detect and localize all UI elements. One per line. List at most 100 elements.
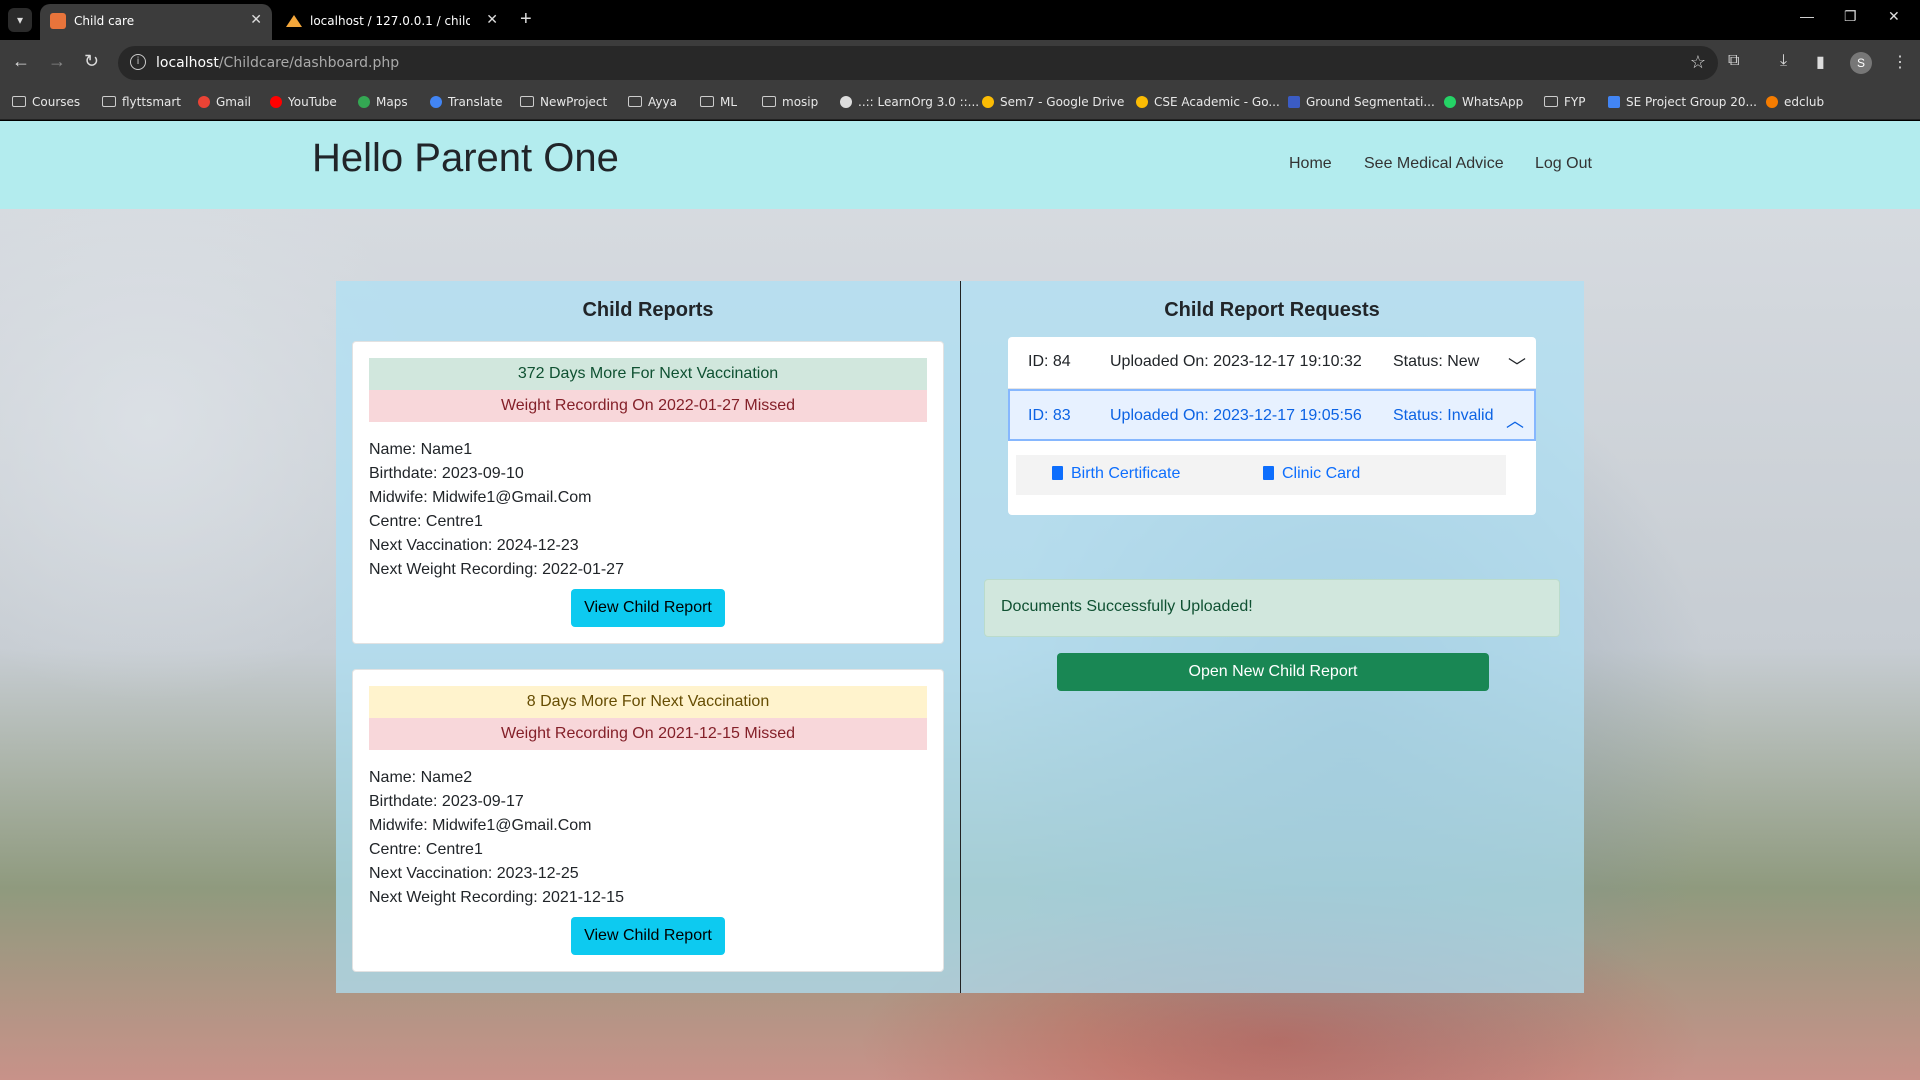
back-icon[interactable]: ← bbox=[12, 51, 30, 72]
file-icon bbox=[1263, 466, 1274, 480]
tab-title: localhost / 127.0.0.1 / child_care bbox=[310, 14, 470, 28]
bookmark-newproject[interactable]: NewProject bbox=[520, 95, 607, 109]
favicon-icon bbox=[50, 13, 66, 29]
chevron-up-icon: ︿ bbox=[1506, 411, 1524, 431]
view-child-report-button[interactable]: View Child Report bbox=[571, 917, 725, 955]
bookmark-learnorg[interactable]: ..:: LearnOrg 3.0 ::... bbox=[840, 95, 979, 109]
folder-icon bbox=[762, 96, 776, 107]
browser-tab-bar: ▾ Child care ✕ localhost / 127.0.0.1 / c… bbox=[0, 0, 1920, 40]
request-row[interactable]: ID: 84 Uploaded On: 2023-12-17 19:10:32 … bbox=[1008, 337, 1536, 389]
globe-icon bbox=[840, 96, 852, 108]
documents-list: Birth Certificate Clinic Card bbox=[1016, 455, 1506, 495]
nav-home-link[interactable]: Home bbox=[1289, 155, 1332, 173]
bookmark-star-icon[interactable]: ☆ bbox=[1690, 52, 1706, 73]
request-id: ID: 84 bbox=[1028, 353, 1071, 370]
close-window-icon[interactable]: ✕ bbox=[1888, 8, 1900, 25]
bookmark-edclub[interactable]: edclub bbox=[1766, 95, 1824, 109]
child-name: Name: Name2 bbox=[369, 769, 473, 786]
restore-icon[interactable]: ❐ bbox=[1844, 8, 1857, 25]
bookmarks-bar: Courses flyttsmart Gmail YouTube Maps Tr… bbox=[0, 86, 1920, 120]
forward-icon[interactable]: → bbox=[48, 51, 66, 72]
url-text: localhost/Childcare/dashboard.php bbox=[156, 55, 400, 71]
chevron-down-icon: ﹀ bbox=[1508, 357, 1526, 377]
new-tab-button[interactable]: + bbox=[520, 8, 532, 31]
bookmark-gmail[interactable]: Gmail bbox=[198, 95, 251, 109]
nav-medical-advice-link[interactable]: See Medical Advice bbox=[1364, 155, 1504, 173]
bookmark-youtube[interactable]: YouTube bbox=[270, 95, 337, 109]
dashboard-panel: Child Reports Child Report Requests 372 … bbox=[336, 281, 1584, 993]
google-drive-icon bbox=[1136, 96, 1148, 108]
weight-alert: Weight Recording On 2022-01-27 Missed bbox=[369, 390, 927, 422]
child-next-vaccination: Next Vaccination: 2023-12-25 bbox=[369, 865, 579, 882]
child-next-vaccination: Next Vaccination: 2024-12-23 bbox=[369, 537, 579, 554]
request-status: Status: New bbox=[1393, 353, 1480, 370]
gmail-icon bbox=[198, 96, 210, 108]
child-birthdate: Birthdate: 2023-09-10 bbox=[369, 465, 524, 482]
open-new-child-report-button[interactable]: Open New Child Report bbox=[1057, 653, 1489, 691]
bookmark-ml[interactable]: ML bbox=[700, 95, 737, 109]
child-info: Name: Name1 Birthdate: 2023-09-10 Midwif… bbox=[369, 438, 624, 582]
minimize-icon[interactable]: — bbox=[1800, 8, 1814, 24]
folder-icon bbox=[12, 96, 26, 107]
child-next-weight: Next Weight Recording: 2022-01-27 bbox=[369, 561, 624, 578]
bookmark-sem7-drive[interactable]: Sem7 - Google Drive bbox=[982, 95, 1124, 109]
tab-phpmyadmin[interactable]: localhost / 127.0.0.1 / child_care ✕ bbox=[276, 4, 508, 40]
child-next-weight: Next Weight Recording: 2021-12-15 bbox=[369, 889, 624, 906]
request-row-expanded[interactable]: ID: 83 Uploaded On: 2023-12-17 19:05:56 … bbox=[1008, 389, 1536, 441]
child-name: Name: Name1 bbox=[369, 441, 473, 458]
child-midwife: Midwife: Midwife1@Gmail.Com bbox=[369, 489, 592, 506]
bookmark-ground-segmentation[interactable]: Ground Segmentati... bbox=[1288, 95, 1435, 109]
request-id: ID: 83 bbox=[1028, 407, 1071, 424]
clinic-card-link[interactable]: Clinic Card bbox=[1263, 465, 1360, 483]
child-reports-title: Child Reports bbox=[582, 299, 714, 321]
maps-icon bbox=[358, 96, 370, 108]
child-card: 372 Days More For Next Vaccination Weigh… bbox=[352, 341, 944, 644]
side-panel-icon[interactable]: ▮ bbox=[1816, 52, 1825, 72]
child-centre: Centre: Centre1 bbox=[369, 841, 483, 858]
tab-child-care[interactable]: Child care ✕ bbox=[40, 4, 272, 40]
favicon-icon bbox=[286, 15, 302, 27]
child-centre: Centre: Centre1 bbox=[369, 513, 483, 530]
nav-logout-link[interactable]: Log Out bbox=[1535, 155, 1592, 173]
site-header: Hello Parent One Home See Medical Advice… bbox=[0, 121, 1920, 209]
vaccination-alert: 372 Days More For Next Vaccination bbox=[369, 358, 927, 390]
bookmark-fyp[interactable]: FYP bbox=[1544, 95, 1585, 109]
address-bar[interactable]: i localhost/Childcare/dashboard.php ☆ bbox=[118, 46, 1718, 80]
folder-icon bbox=[520, 96, 534, 107]
child-info: Name: Name2 Birthdate: 2023-09-17 Midwif… bbox=[369, 766, 624, 910]
bookmark-flyttsmart[interactable]: flyttsmart bbox=[102, 95, 181, 109]
requests-accordion: ID: 84 Uploaded On: 2023-12-17 19:10:32 … bbox=[1008, 337, 1536, 515]
extensions-icon[interactable]: ⧉ bbox=[1728, 52, 1739, 70]
translate-icon bbox=[430, 96, 442, 108]
request-uploaded: Uploaded On: 2023-12-17 19:05:56 bbox=[1110, 407, 1362, 424]
bookmark-courses[interactable]: Courses bbox=[12, 95, 80, 109]
reload-icon[interactable]: ↻ bbox=[84, 51, 99, 72]
ieee-icon bbox=[1288, 96, 1300, 108]
bookmark-ayya[interactable]: Ayya bbox=[628, 95, 677, 109]
success-alert: Documents Successfully Uploaded! bbox=[984, 579, 1560, 637]
bookmark-cse-academic[interactable]: CSE Academic - Go... bbox=[1136, 95, 1280, 109]
bookmark-maps[interactable]: Maps bbox=[358, 95, 408, 109]
edclub-icon bbox=[1766, 96, 1778, 108]
google-forms-icon bbox=[1608, 96, 1620, 108]
folder-icon bbox=[628, 96, 642, 107]
bookmark-whatsapp[interactable]: WhatsApp bbox=[1444, 95, 1523, 109]
file-icon bbox=[1052, 466, 1063, 480]
view-child-report-button[interactable]: View Child Report bbox=[571, 589, 725, 627]
child-birthdate: Birthdate: 2023-09-17 bbox=[369, 793, 524, 810]
close-tab-icon[interactable]: ✕ bbox=[486, 12, 498, 28]
column-divider bbox=[960, 281, 961, 993]
birth-certificate-link[interactable]: Birth Certificate bbox=[1052, 465, 1180, 483]
bookmark-mosip[interactable]: mosip bbox=[762, 95, 818, 109]
requests-title: Child Report Requests bbox=[1164, 299, 1380, 321]
bookmark-se-project[interactable]: SE Project Group 20... bbox=[1608, 95, 1757, 109]
tab-search-button[interactable]: ▾ bbox=[8, 8, 32, 32]
menu-icon[interactable]: ⋮ bbox=[1892, 52, 1908, 72]
bookmark-translate[interactable]: Translate bbox=[430, 95, 503, 109]
close-tab-icon[interactable]: ✕ bbox=[250, 12, 262, 28]
profile-avatar[interactable]: S bbox=[1850, 52, 1872, 74]
folder-icon bbox=[700, 96, 714, 107]
site-info-icon[interactable]: i bbox=[130, 54, 146, 70]
download-icon[interactable]: ⤓ bbox=[1780, 52, 1787, 70]
page-body: Hello Parent One Home See Medical Advice… bbox=[0, 121, 1920, 1080]
